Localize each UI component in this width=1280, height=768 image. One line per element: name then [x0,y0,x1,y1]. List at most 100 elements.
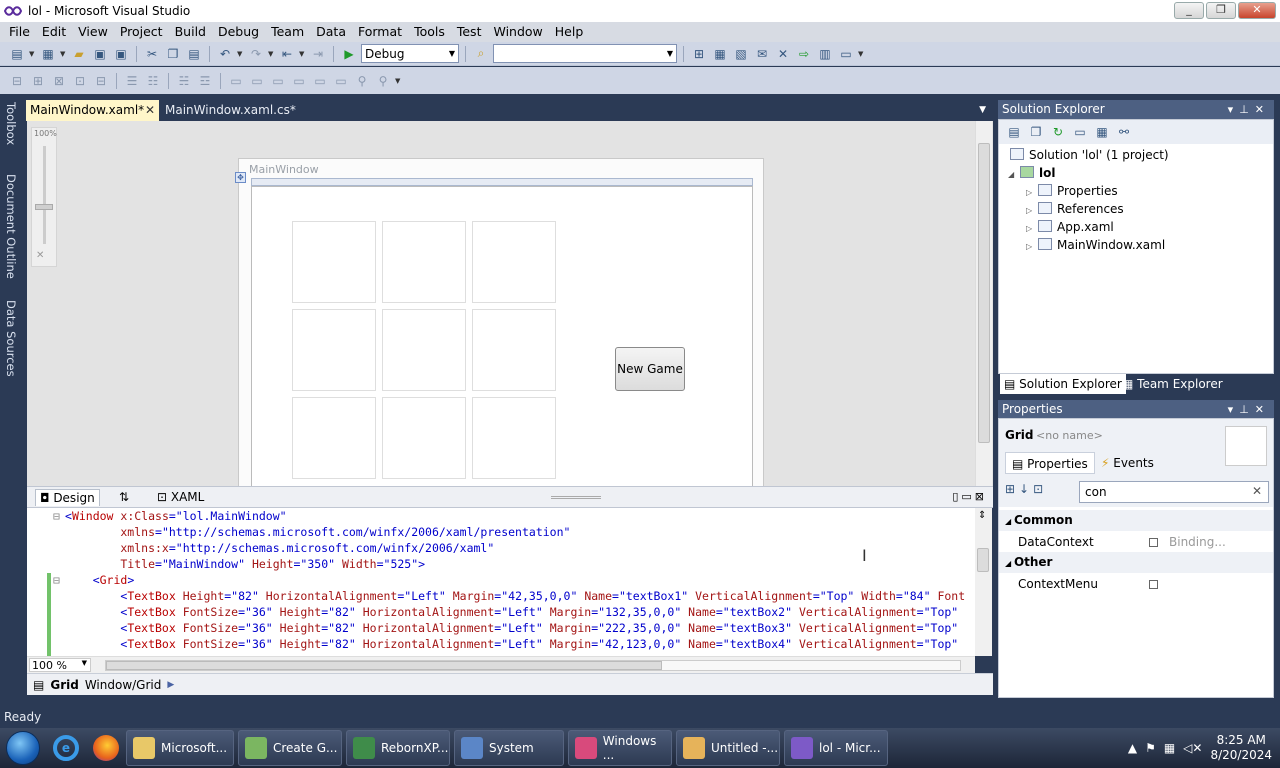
taskbar-button[interactable]: RebornXP... [346,730,450,766]
cut-icon[interactable]: ✂ [143,45,161,63]
navigate-dropdown-icon[interactable]: ▼ [299,50,306,58]
property-search-input[interactable]: con ✕ [1079,481,1269,503]
taskbar-button[interactable]: lol - Micr... [784,730,888,766]
menu-tools[interactable]: Tools [408,22,451,42]
tab-design[interactable]: ◘ Design [35,489,100,506]
zoom-slider[interactable]: 100% ✕ [31,127,57,267]
taskbar-button[interactable]: Microsoft... [126,730,234,766]
tab-mainwindow-xaml-cs[interactable]: MainWindow.xaml.cs* [161,100,300,121]
tree-item-solution[interactable]: Solution 'lol' (1 project) [1010,146,1169,164]
panel-window-buttons[interactable]: ▾⊥✕ [1228,100,1270,119]
add-item-dropdown-icon[interactable]: ▼ [60,50,67,58]
open-file-icon[interactable]: ▰ [70,45,88,63]
find-combo[interactable]: ▼ [493,44,677,63]
property-value[interactable]: Binding... [1169,532,1226,553]
category-other[interactable]: ◢ Other [999,552,1273,573]
close-button[interactable]: ✕ [1238,2,1276,19]
center-horizontally-icon[interactable]: ▭ [269,72,287,90]
align-lefts-icon[interactable]: ⊟ [8,72,26,90]
toolbar-options-icon[interactable]: ▼ [395,77,402,85]
view-designer-icon[interactable]: ▦ [1093,123,1111,141]
make-same-width-icon[interactable]: ☰ [123,72,141,90]
new-project-icon[interactable]: ▤ [8,45,26,63]
menu-team[interactable]: Team [265,22,310,42]
paste-icon[interactable]: ▤ [185,45,203,63]
scrollbar-thumb[interactable] [977,548,989,572]
textbox-1[interactable] [292,221,376,303]
network-icon[interactable]: ▦ [1164,741,1175,755]
minimize-button[interactable]: _ [1174,2,1204,19]
maximize-button[interactable]: ❐ [1206,2,1236,19]
collapsed-icon[interactable]: ▷ [1026,238,1038,256]
xaml-code-editor[interactable]: ⊟ <Window x:Class="lol.MainWindow" xmlns=… [27,508,975,656]
splitter-grip[interactable] [551,496,601,499]
breadcrumb-icon[interactable]: ▤ [33,678,44,692]
format-icon[interactable]: ⚲ [353,72,371,90]
save-all-icon[interactable]: ▣ [112,45,130,63]
textbox-6[interactable] [472,309,556,391]
tree-item-project[interactable]: ◢ lol [1008,164,1055,182]
textbox-2[interactable] [382,221,466,303]
advanced-property-icon[interactable] [1149,580,1158,589]
redo-icon[interactable]: ↷ [247,45,265,63]
scrollbar-thumb[interactable] [106,661,662,670]
close-tab-icon[interactable]: ✕ [145,100,155,121]
tree-item-references[interactable]: ▷ References [1026,200,1124,218]
breadcrumb-current[interactable]: Grid [50,678,78,692]
undo-icon[interactable]: ↶ [216,45,234,63]
start-button[interactable] [0,728,46,768]
clock[interactable]: 8:25 AM 8/20/2024 [1210,733,1272,763]
fit-to-window-icon[interactable]: ✕ [36,250,44,261]
command-window-icon[interactable]: ▭ [837,45,855,63]
align-centers-icon[interactable]: ⊞ [29,72,47,90]
tree-item-mainwindow-xaml[interactable]: ▷ MainWindow.xaml [1026,236,1165,254]
action-center-flag-icon[interactable]: ⚑ [1145,741,1156,755]
expanded-icon[interactable]: ◢ [1005,517,1014,526]
extension-manager-icon[interactable]: ⇨ [795,45,813,63]
tools-icon[interactable]: ✕ [774,45,792,63]
tab-solution-explorer[interactable]: ▤ Solution Explorer [1000,374,1126,394]
data-sources-tab[interactable]: Data Sources [2,300,18,377]
refresh-icon[interactable]: ↻ [1049,123,1067,141]
tab-order-icon[interactable]: ▭ [332,72,350,90]
navigate-backward-icon[interactable]: ⇤ [278,45,296,63]
swap-panes-icon[interactable]: ⇅ [115,489,133,506]
menu-project[interactable]: Project [114,22,169,42]
code-vertical-scrollbar[interactable]: ⇕ [975,508,992,656]
new-game-button[interactable]: New Game [615,347,685,391]
textbox-4[interactable] [292,309,376,391]
toolbox-tab[interactable]: Toolbox [2,102,18,145]
panel-window-buttons[interactable]: ▾⊥✕ [1228,400,1270,419]
align-tops-icon[interactable]: ⊡ [71,72,89,90]
find-in-files-icon[interactable]: ⌕ [472,45,490,63]
code-zoom-select[interactable]: 100 % ▼ [29,658,91,672]
menu-test[interactable]: Test [451,22,488,42]
taskbar-button[interactable]: Windows ... [568,730,672,766]
textbox-3[interactable] [472,221,556,303]
expanded-icon[interactable]: ◢ [1005,559,1014,568]
scrollbar-thumb[interactable] [978,143,990,443]
breadcrumb-chevron-right-icon[interactable]: ▶ [167,680,174,690]
taskbar-button[interactable]: System [454,730,564,766]
taskbar-button[interactable]: Create G... [238,730,342,766]
redo-dropdown-icon[interactable]: ▼ [268,50,275,58]
add-item-icon[interactable]: ▦ [39,45,57,63]
properties-window-icon[interactable]: ▦ [711,45,729,63]
menu-file[interactable]: File [3,22,36,42]
breadcrumb-path[interactable]: Window/Grid [85,678,162,692]
tab-team-explorer[interactable]: ▦ Team Explorer [1118,374,1227,394]
textbox-7[interactable] [292,397,376,479]
tree-item-properties[interactable]: ▷ Properties [1026,182,1118,200]
tab-properties[interactable]: ▤ Properties [1005,452,1095,474]
advanced-property-icon[interactable] [1149,538,1158,547]
send-to-back-icon[interactable]: ▭ [248,72,266,90]
split-layout-icons[interactable]: ▯▭⊠ [952,490,987,503]
align-rights-icon[interactable]: ⊠ [50,72,68,90]
view-code-icon[interactable]: ▭ [1071,123,1089,141]
volume-muted-icon[interactable]: ◁✕ [1183,741,1202,755]
grid-move-handle-icon[interactable]: ✥ [235,172,246,183]
designer-vertical-scrollbar[interactable] [975,121,992,486]
textbox-9[interactable] [472,397,556,479]
sort-buttons[interactable]: ⊞↓⊡ [1005,482,1047,496]
textbox-8[interactable] [382,397,466,479]
